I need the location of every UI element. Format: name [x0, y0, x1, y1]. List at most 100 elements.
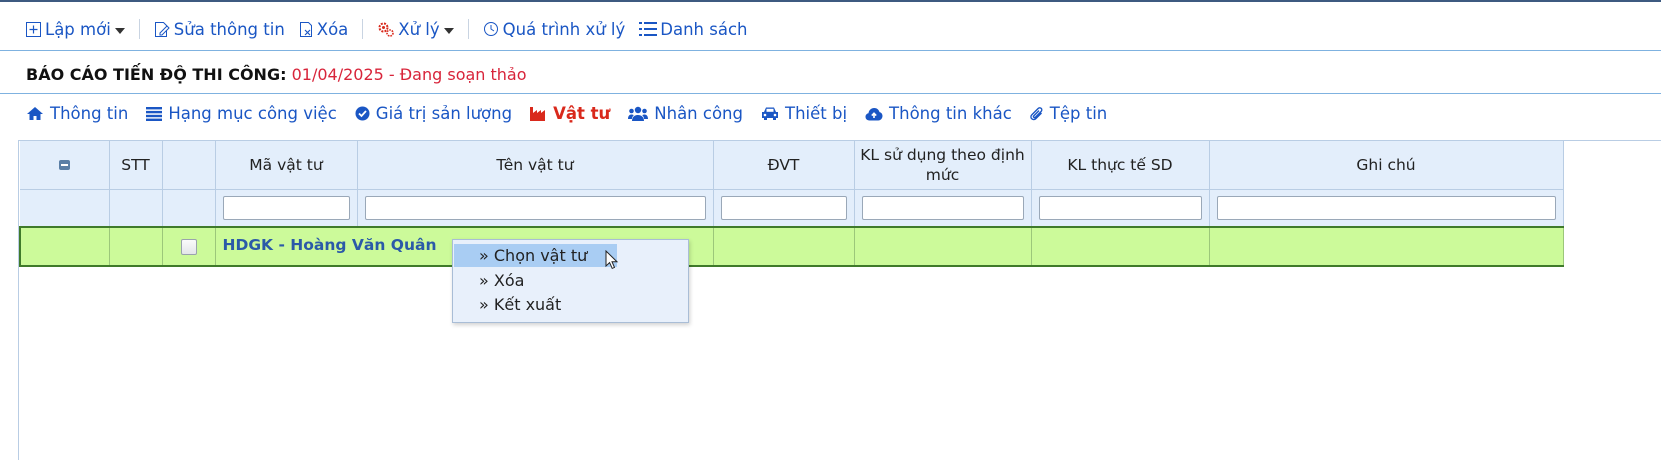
- edit-icon: [154, 21, 170, 38]
- history-icon: [483, 21, 499, 37]
- toolbar-divider: [467, 19, 469, 39]
- materials-table: STT Mã vật tư Tên vật tư ĐVT KL sử dụng …: [19, 141, 1564, 267]
- filter-row: [20, 189, 1564, 228]
- new-label: Lập mới: [45, 19, 111, 39]
- new-button[interactable]: Lập mới: [26, 20, 125, 39]
- list-button[interactable]: Danh sách: [639, 19, 748, 39]
- col-header-note[interactable]: Ghi chú: [1209, 141, 1564, 190]
- filter-cell: [1209, 189, 1564, 228]
- divider-line: [0, 93, 1661, 94]
- users-icon: [628, 106, 654, 121]
- row-cell: [713, 226, 855, 267]
- tab-label: Thiết bị: [784, 104, 848, 123]
- report-heading: BÁO CÁO TIẾN ĐỘ THI CÔNG:: [26, 65, 287, 84]
- row-cell: [1031, 226, 1210, 267]
- filter-material-code-input[interactable]: [222, 196, 350, 220]
- collapse-icon[interactable]: [58, 160, 70, 170]
- delete-file-icon: [299, 21, 314, 38]
- filter-unit-input[interactable]: [720, 196, 847, 220]
- tab-label: Nhân công: [654, 104, 743, 123]
- filter-norm-qty-input[interactable]: [861, 196, 1024, 220]
- row-cell: [19, 226, 110, 267]
- col-header-select: [162, 141, 216, 190]
- col-header-norm-qty[interactable]: KL sử dụng theo định mức: [854, 141, 1032, 190]
- filter-note-input[interactable]: [1216, 196, 1556, 220]
- toolbar-divider: [138, 19, 140, 39]
- car-icon: [761, 106, 785, 121]
- history-button[interactable]: Quá trình xử lý: [483, 19, 626, 39]
- toolbar-divider: [362, 19, 364, 39]
- cloud-upload-icon: [865, 107, 889, 121]
- list-icon: [146, 106, 168, 121]
- paperclip-icon: [1030, 106, 1050, 122]
- delete-label: Xóa: [316, 19, 349, 39]
- filter-cell: [162, 189, 216, 228]
- row-checkbox[interactable]: [180, 239, 197, 255]
- list-label: Danh sách: [660, 19, 748, 39]
- filter-cell: [357, 189, 714, 228]
- filter-cell: [1031, 189, 1210, 228]
- menu-item-export[interactable]: » Kết xuất: [454, 293, 561, 316]
- filter-material-name-input[interactable]: [364, 196, 706, 220]
- filter-cell: [20, 189, 110, 228]
- page-title: BÁO CÁO TIẾN ĐỘ THI CÔNG: 01/04/2025 - Đ…: [26, 65, 527, 84]
- filter-cell: [854, 189, 1032, 228]
- tab-output-value[interactable]: Giá trị sản lượng: [355, 104, 512, 123]
- col-header-stt: STT: [109, 141, 163, 190]
- tab-label: Thông tin khác: [889, 104, 1012, 123]
- edit-button[interactable]: Sửa thông tin: [154, 20, 285, 39]
- col-header-material-code[interactable]: Mã vật tư: [215, 141, 358, 190]
- filter-cell: [713, 189, 855, 228]
- gears-icon: [377, 21, 395, 38]
- col-header-actual-qty[interactable]: KL thực tế SD: [1031, 141, 1210, 190]
- row-cell: [109, 226, 163, 267]
- menu-item-select-material[interactable]: » Chọn vật tư: [454, 244, 617, 267]
- tab-label: Vật tư: [553, 104, 611, 123]
- report-separator: -: [388, 65, 395, 84]
- edit-label: Sửa thông tin: [173, 19, 285, 39]
- row-cell: [162, 226, 216, 267]
- tab-info[interactable]: Thông tin: [26, 104, 128, 123]
- tab-other-info[interactable]: Thông tin khác: [865, 104, 1012, 123]
- toolbar: Lập mới Sửa thông tin Xóa Xử lý Quá trìn…: [26, 16, 748, 42]
- industry-icon: [530, 106, 553, 121]
- home-icon: [26, 106, 50, 121]
- status-text: Đang soạn thảo: [399, 65, 527, 84]
- report-date: 01/04/2025: [291, 65, 384, 84]
- chevron-down-icon: [114, 28, 125, 34]
- context-menu: » Chọn vật tư » Xóa » Kết xuất: [452, 239, 689, 323]
- divider-line: [0, 50, 1661, 51]
- table-row[interactable]: HDGK - Hoàng Văn Quân: [19, 226, 1564, 267]
- mouse-cursor-icon: [605, 249, 619, 274]
- header-row: STT Mã vật tư Tên vật tư ĐVT KL sử dụng …: [20, 141, 1564, 190]
- col-header-unit[interactable]: ĐVT: [713, 141, 855, 190]
- col-header-material-name[interactable]: Tên vật tư: [357, 141, 714, 190]
- filter-actual-qty-input[interactable]: [1038, 196, 1202, 220]
- delete-button[interactable]: Xóa: [299, 19, 349, 39]
- filter-cell: [215, 189, 358, 228]
- process-button[interactable]: Xử lý: [377, 19, 454, 39]
- tab-materials[interactable]: Vật tư: [530, 104, 610, 123]
- tab-labor[interactable]: Nhân công: [628, 104, 743, 123]
- filter-cell: [109, 189, 163, 228]
- collapse-header[interactable]: [20, 141, 110, 190]
- tab-label: Hạng mục công việc: [168, 104, 337, 123]
- tab-label: Giá trị sản lượng: [375, 104, 513, 123]
- process-label: Xử lý: [398, 19, 440, 39]
- row-cell: [854, 226, 1032, 267]
- chevron-down-icon: [443, 28, 454, 34]
- plus-square-icon: [26, 21, 41, 37]
- tab-bar: Thông tin Hạng mục công việc Giá trị sản…: [26, 104, 1125, 123]
- tab-files[interactable]: Tệp tin: [1030, 104, 1107, 123]
- materials-grid: STT Mã vật tư Tên vật tư ĐVT KL sử dụng …: [18, 140, 1661, 460]
- list-icon: [639, 21, 658, 37]
- check-circle-icon: [355, 106, 376, 121]
- tab-equipment[interactable]: Thiết bị: [761, 104, 847, 123]
- tab-label: Thông tin: [50, 104, 129, 123]
- tab-label: Tệp tin: [1049, 104, 1108, 123]
- menu-item-delete[interactable]: » Xóa: [454, 269, 524, 292]
- tab-work-items[interactable]: Hạng mục công việc: [146, 104, 337, 123]
- top-border: [0, 0, 1661, 2]
- history-label: Quá trình xử lý: [502, 19, 626, 39]
- row-cell: [1209, 226, 1564, 267]
